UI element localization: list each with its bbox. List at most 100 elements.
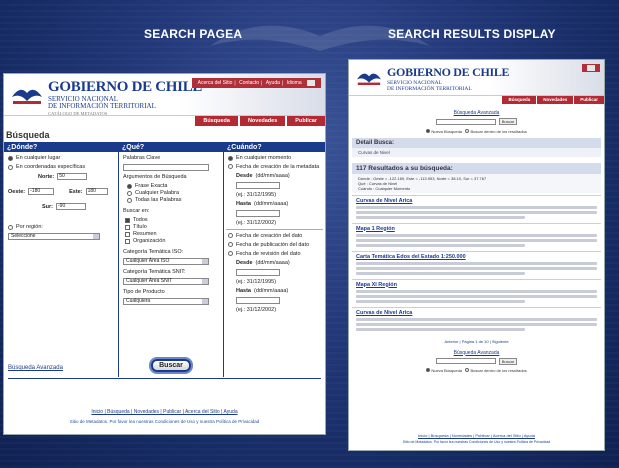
nav-language-link[interactable]: Idioma: [287, 80, 302, 86]
from-date-input-2[interactable]: [236, 269, 280, 276]
revision-label: Fecha de revisión del dato: [236, 251, 301, 257]
search-box-bottom: Búsqueda Avanzada Buscar Nueva Búsqueda …: [349, 344, 604, 373]
metadata-date-radio[interactable]: [228, 164, 233, 169]
advanced-search-link[interactable]: Búsqueda Avanzada: [8, 365, 63, 371]
to-label: Hasta: [236, 201, 251, 207]
tab-novedades[interactable]: Novedades: [239, 116, 286, 126]
east-input[interactable]: 180: [85, 188, 108, 195]
result-desc: [356, 205, 597, 209]
within-results-radio[interactable]: [465, 368, 470, 372]
any-place-label: En cualquier lugar: [16, 155, 61, 161]
query-summary: Dónde : Oeste = -122.169, Este = -113.95…: [352, 173, 601, 193]
from-date-input[interactable]: [236, 182, 280, 189]
search-args-label: Argumentos de Búsqueda: [123, 174, 187, 180]
top-nav[interactable]: [582, 64, 600, 72]
within-results-radio[interactable]: [465, 128, 470, 133]
north-input[interactable]: 50: [57, 173, 88, 180]
chile-logo-icon: [10, 79, 44, 109]
advanced-search-link[interactable]: Búsqueda Avanzada: [349, 110, 604, 116]
organization-checkbox[interactable]: [125, 238, 130, 244]
from-hint: (dd/mm/aaaa): [255, 260, 290, 266]
when-header: ¿Cuándo?: [224, 143, 325, 152]
where-header: ¿Dónde?: [4, 143, 118, 152]
brand-subtitle: DE INFORMACIÓN TERRITORIAL: [387, 86, 472, 92]
detail-header: Detail Busca:: [352, 137, 601, 148]
result-title-link[interactable]: Mapa XI Región: [356, 282, 597, 288]
search-input[interactable]: [436, 118, 496, 125]
footer-note: Sitio de Metadatos. Por favor lea nuestr…: [402, 440, 551, 444]
what-column: ¿Qué? Palabras Clave Argumentos de Búsqu…: [119, 143, 224, 377]
exact-phrase-radio[interactable]: [127, 183, 132, 189]
search-page-screenshot: GOBIERNO DE CHILE SERVICIO NACIONAL DE I…: [3, 73, 326, 435]
tab-busqueda[interactable]: Búsqueda: [195, 116, 238, 126]
to-date-input[interactable]: [236, 210, 280, 217]
west-input[interactable]: -180: [28, 188, 55, 195]
brand-title: GOBIERNO DE CHILE: [387, 65, 510, 79]
to-label: Hasta: [236, 288, 251, 294]
divider: [8, 378, 321, 379]
to-date-input-2[interactable]: [236, 297, 280, 304]
result-title-link[interactable]: Carta Temática Edos del Estado 1:250.000: [356, 254, 597, 260]
data-creation-radio[interactable]: [228, 233, 233, 238]
flag-icon[interactable]: [307, 80, 315, 86]
all-label: Todos: [133, 217, 148, 223]
main-tabs: Búsqueda Novedades Publicar: [193, 116, 325, 126]
tab-busqueda[interactable]: Búsqueda: [502, 96, 537, 104]
tab-publicar[interactable]: Publicar: [287, 116, 325, 126]
date-example: (ej.: 31/12/1995): [236, 192, 277, 198]
iso-category-label: Categoría Temática ISO:: [123, 249, 184, 255]
new-search-radio[interactable]: [426, 368, 431, 372]
search-button[interactable]: Buscar: [499, 357, 517, 365]
result-title-link[interactable]: Curvas de Nivel Arica: [356, 310, 597, 316]
south-input[interactable]: -90: [56, 203, 86, 210]
region-radio[interactable]: [8, 224, 13, 230]
flag-icon[interactable]: [587, 65, 595, 71]
keywords-input[interactable]: [123, 164, 209, 171]
chile-logo-icon: [357, 73, 381, 85]
revision-radio[interactable]: [228, 251, 233, 256]
coords-radio[interactable]: [8, 164, 13, 170]
any-word-radio[interactable]: [127, 190, 132, 196]
footer-links[interactable]: Inicio | Búsqueda | Novedades | Publicar…: [349, 433, 604, 438]
summary-checkbox[interactable]: [125, 231, 130, 237]
results-list: Curvas de Nivel Arica Mapa 1 Región Cart…: [349, 194, 604, 333]
search-form: ¿Dónde? En cualquier lugar En coordenada…: [4, 142, 325, 377]
nav-contact-link[interactable]: Contacto: [239, 80, 259, 86]
search-input[interactable]: [436, 358, 496, 364]
snit-category-label: Categoría Temática SNIT:: [123, 269, 186, 275]
result-item: Mapa XI Región: [352, 278, 601, 305]
date-example: (ej.: 31/12/2002): [236, 307, 277, 313]
footer-links[interactable]: Inicio | Búsqueda | Novedades | Publicar…: [4, 409, 325, 415]
any-time-radio[interactable]: [228, 155, 233, 161]
where-column: ¿Dónde? En cualquier lugar En coordenada…: [4, 143, 119, 377]
result-title-link[interactable]: Mapa 1 Región: [356, 226, 597, 232]
snit-category-select[interactable]: Cualquier Área SNIT: [123, 278, 209, 285]
region-select[interactable]: Seleccione: [8, 233, 100, 240]
keywords-label: Palabras Clave: [123, 155, 161, 161]
all-words-label: Todas las Palabras: [135, 197, 182, 203]
title-checkbox[interactable]: [125, 224, 130, 230]
site-header: GOBIERNO DE CHILE SERVICIO NACIONAL DE I…: [4, 74, 325, 116]
publication-radio[interactable]: [228, 242, 233, 247]
iso-category-select[interactable]: Cualquier Área ISO: [123, 258, 209, 265]
tab-publicar[interactable]: Publicar: [574, 96, 604, 104]
result-desc: [356, 215, 525, 219]
search-button[interactable]: Buscar: [499, 118, 517, 125]
top-nav: Acerca del Sitio | Contacto | Ayuda | Idiom…: [191, 78, 321, 89]
any-place-radio[interactable]: [8, 155, 13, 161]
nav-about-link[interactable]: Acerca del Sitio: [198, 80, 233, 86]
result-title-link[interactable]: Curvas de Nivel Arica: [356, 198, 597, 204]
product-type-select[interactable]: Cualquiera: [123, 298, 209, 305]
new-search-radio[interactable]: [426, 128, 431, 133]
product-type-label: Tipo de Producto: [123, 289, 165, 295]
nav-help-link[interactable]: Ayuda: [266, 80, 280, 86]
search-button[interactable]: Buscar: [151, 359, 191, 372]
result-desc: [356, 210, 597, 214]
all-words-radio[interactable]: [127, 197, 132, 203]
search-page-heading: SEARCH PAGEA: [144, 27, 243, 41]
advanced-search-link[interactable]: Búsqueda Avanzada: [349, 350, 604, 356]
data-creation-label: Fecha de creación del dato: [236, 233, 303, 239]
north-label: Norte:: [38, 173, 55, 180]
all-checkbox[interactable]: [125, 217, 130, 223]
tab-novedades[interactable]: Novedades: [537, 96, 574, 104]
